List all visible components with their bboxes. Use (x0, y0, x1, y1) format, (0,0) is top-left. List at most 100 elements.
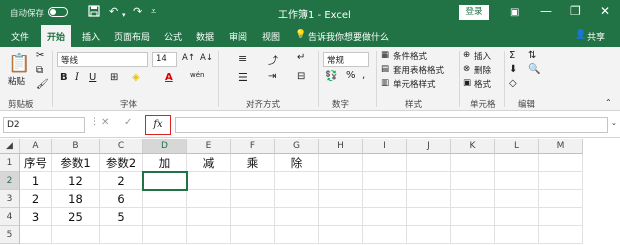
paste-icon[interactable]: 📋 (8, 53, 30, 74)
cell-e4[interactable] (187, 208, 231, 226)
cell-k2[interactable] (451, 172, 495, 190)
currency-icon[interactable]: 💱 (325, 71, 337, 82)
clear-icon[interactable]: ◇ (509, 78, 517, 89)
cell-d2[interactable] (142, 171, 188, 191)
cell-b1[interactable]: 参数1 (52, 154, 100, 172)
copy-icon[interactable]: ⧉ (36, 65, 43, 76)
cell-c3[interactable]: 6 (100, 190, 143, 208)
conditional-format-icon[interactable]: ▦ (381, 50, 389, 60)
cell-h1[interactable] (319, 154, 363, 172)
merge-cells-icon[interactable]: ⊟ (297, 71, 305, 82)
column-header-m[interactable]: M (539, 139, 583, 154)
cell-f4[interactable] (231, 208, 275, 226)
column-header-j[interactable]: J (407, 139, 451, 154)
row-header-3[interactable]: 3 (0, 190, 20, 208)
comma-button[interactable]: , (362, 70, 365, 81)
cell-d1[interactable]: 加 (143, 154, 187, 172)
cell-b4[interactable]: 25 (52, 208, 100, 226)
cell-f2[interactable] (231, 172, 275, 190)
cell-b3[interactable]: 18 (52, 190, 100, 208)
share-icon[interactable]: 👤 (575, 30, 586, 40)
cell-f3[interactable] (231, 190, 275, 208)
cell-i2[interactable] (363, 172, 407, 190)
table-format-button[interactable]: 套用表格格式 (393, 64, 444, 76)
cell-c1[interactable]: 参数2 (100, 154, 143, 172)
tab-page-layout[interactable]: 页面布局 (114, 30, 150, 43)
formula-input[interactable] (175, 117, 608, 133)
cell-d4[interactable] (143, 208, 187, 226)
cell-g5[interactable] (275, 226, 319, 244)
tab-file[interactable]: 文件 (11, 30, 29, 43)
cell-d5[interactable] (143, 226, 187, 244)
login-button[interactable]: 登录 (459, 5, 489, 20)
cell-a2[interactable]: 1 (20, 172, 52, 190)
tell-me-box[interactable]: 告诉我你想要做什么 (308, 30, 389, 43)
cell-l2[interactable] (495, 172, 539, 190)
cell-h2[interactable] (319, 172, 363, 190)
cell-c2[interactable]: 2 (100, 172, 143, 190)
orientation-icon[interactable]: ⤴ (268, 52, 278, 67)
cell-j3[interactable] (407, 190, 451, 208)
cell-l1[interactable] (495, 154, 539, 172)
cut-icon[interactable]: ✂ (36, 50, 44, 61)
cell-d3[interactable] (143, 190, 187, 208)
cell-h5[interactable] (319, 226, 363, 244)
cell-m3[interactable] (539, 190, 583, 208)
column-header-a[interactable]: A (20, 139, 52, 154)
insert-function-button[interactable]: fx (145, 115, 171, 135)
shrink-font-icon[interactable]: A↓ (200, 53, 213, 63)
cell-e2[interactable] (187, 172, 231, 190)
conditional-format-button[interactable]: 条件格式 (393, 50, 427, 62)
column-header-l[interactable]: L (495, 139, 539, 154)
column-header-g[interactable]: G (275, 139, 319, 154)
font-size-select[interactable]: 14 (152, 52, 177, 67)
border-icon[interactable]: ⊞ (110, 72, 118, 83)
font-color-icon[interactable]: A (165, 72, 173, 83)
cell-a5[interactable] (20, 226, 52, 244)
font-name-select[interactable]: 等线 (57, 52, 148, 67)
cell-g3[interactable] (275, 190, 319, 208)
tab-view[interactable]: 视图 (262, 30, 280, 43)
customize-qat-icon[interactable]: ⩡ (151, 5, 156, 19)
row-header-5[interactable]: 5 (0, 226, 20, 244)
row-header-4[interactable]: 4 (0, 208, 20, 226)
cell-k4[interactable] (451, 208, 495, 226)
autosave-toggle[interactable] (48, 7, 68, 17)
cell-b2[interactable]: 12 (52, 172, 100, 190)
cell-e3[interactable] (187, 190, 231, 208)
autosum-button[interactable]: Σ (509, 50, 515, 61)
ribbon-display-icon[interactable]: ▣ (510, 5, 519, 21)
cell-e1[interactable]: 减 (187, 154, 231, 172)
share-button[interactable]: 共享 (587, 30, 605, 43)
column-header-f[interactable]: F (231, 139, 275, 154)
align-left-icon[interactable]: ☰ (238, 71, 248, 84)
sort-filter-icon[interactable]: ⇅ (528, 50, 536, 61)
insert-cells-icon[interactable]: ⊕ (463, 50, 470, 60)
delete-cells-icon[interactable]: ⊗ (463, 64, 470, 74)
collapse-ribbon-icon[interactable]: ⌃ (605, 98, 612, 107)
column-header-d[interactable]: D (143, 139, 187, 154)
cell-m1[interactable] (539, 154, 583, 172)
cell-i5[interactable] (363, 226, 407, 244)
cell-b5[interactable] (52, 226, 100, 244)
column-header-i[interactable]: I (363, 139, 407, 154)
cell-i4[interactable] (363, 208, 407, 226)
cell-f1[interactable]: 乘 (231, 154, 275, 172)
select-all-corner[interactable]: ◢ (0, 139, 20, 154)
cell-m5[interactable] (539, 226, 583, 244)
wrap-text-icon[interactable]: ↵ (297, 52, 305, 63)
undo-dropdown-icon[interactable]: ▾ (122, 8, 126, 22)
cell-a1[interactable]: 序号 (20, 154, 52, 172)
underline-button[interactable]: U (89, 72, 96, 83)
cell-g2[interactable] (275, 172, 319, 190)
tab-data[interactable]: 数据 (196, 30, 214, 43)
indent-icon[interactable]: ⇥ (268, 71, 276, 82)
cell-c5[interactable] (100, 226, 143, 244)
cell-h3[interactable] (319, 190, 363, 208)
cell-m2[interactable] (539, 172, 583, 190)
cell-f5[interactable] (231, 226, 275, 244)
cell-l3[interactable] (495, 190, 539, 208)
cell-k1[interactable] (451, 154, 495, 172)
insert-cells-button[interactable]: 插入 (474, 50, 491, 62)
cell-a3[interactable]: 2 (20, 190, 52, 208)
